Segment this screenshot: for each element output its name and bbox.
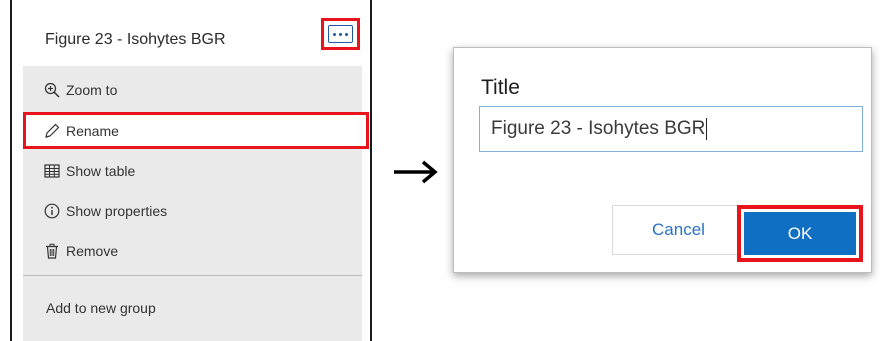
title-input-value: Figure 23 - Isohytes BGR xyxy=(491,118,706,139)
ok-highlight: OK xyxy=(737,205,863,262)
layer-header: Figure 23 - Isohytes BGR xyxy=(12,0,370,66)
menu-item-label: Zoom to xyxy=(66,82,118,98)
trash-icon xyxy=(46,243,58,259)
cancel-button[interactable]: Cancel xyxy=(612,205,745,255)
menu-item-label: Add to new group xyxy=(46,300,156,316)
menu-item-add-to-new-group[interactable]: Add to new group xyxy=(23,295,362,321)
rename-dialog: Title Figure 23 - Isohytes BGR Cancel OK xyxy=(453,47,872,273)
ok-button[interactable]: OK xyxy=(744,212,856,255)
layer-title: Figure 23 - Isohytes BGR xyxy=(45,31,226,48)
menu-item-rename[interactable]: Rename xyxy=(26,118,365,144)
title-input[interactable]: Figure 23 - Isohytes BGR xyxy=(479,106,863,152)
menu-item-label: Show table xyxy=(66,163,136,179)
rename-highlight: Rename xyxy=(23,112,369,149)
zoom-in-icon xyxy=(44,82,60,98)
menu-item-show-properties[interactable]: Show properties xyxy=(23,198,362,224)
menu-item-label: Show properties xyxy=(66,203,168,219)
more-options-highlight xyxy=(321,18,360,50)
menu-item-zoom-to[interactable]: Zoom to xyxy=(23,77,362,103)
right-arrow-icon xyxy=(394,160,438,184)
title-label: Title xyxy=(481,76,520,99)
menu-item-remove[interactable]: Remove xyxy=(23,238,362,264)
ellipsis-icon[interactable] xyxy=(328,25,353,43)
table-icon xyxy=(44,164,60,178)
pencil-icon xyxy=(45,123,60,138)
info-icon xyxy=(44,203,60,219)
text-caret xyxy=(706,118,708,140)
menu-divider xyxy=(23,275,362,276)
menu-item-label: Remove xyxy=(66,243,119,259)
layer-panel: Figure 23 - Isohytes BGR Zoom to Rename … xyxy=(10,0,372,341)
layer-menu-lower: Show table Show properties Remove Add to… xyxy=(23,150,362,341)
menu-item-show-table[interactable]: Show table xyxy=(23,158,362,184)
menu-item-label: Rename xyxy=(66,123,119,139)
